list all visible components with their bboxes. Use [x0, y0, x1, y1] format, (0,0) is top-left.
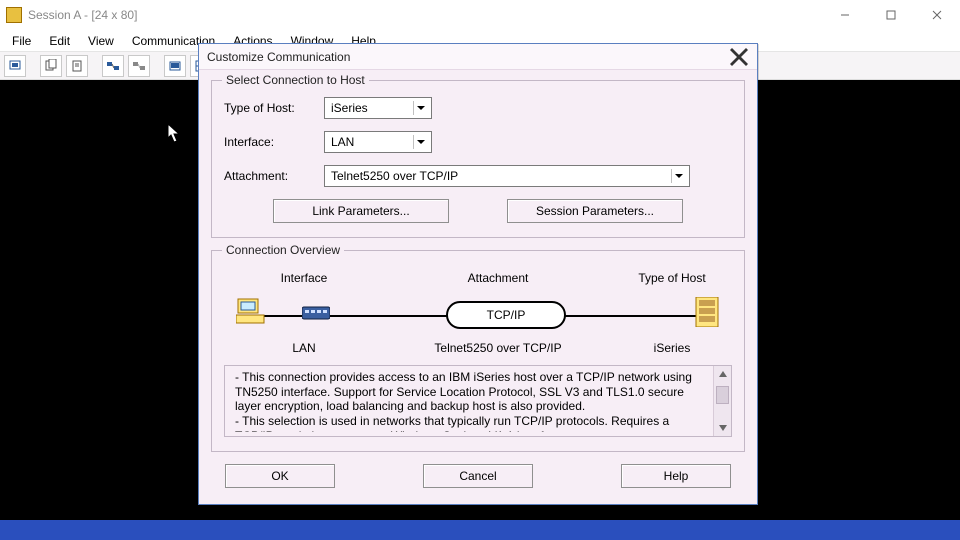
close-button[interactable] [914, 0, 960, 30]
interface-select[interactable]: LAN [324, 131, 432, 153]
app-icon [6, 7, 22, 23]
overview-graph: TCP/IP [224, 291, 732, 339]
toolbar-btn-4[interactable] [102, 55, 124, 77]
chevron-down-icon [413, 101, 427, 115]
dialog-close-button[interactable] [729, 47, 749, 67]
toolbar-btn-3[interactable] [66, 55, 88, 77]
scroll-down-button[interactable] [714, 420, 732, 436]
lan-switch-icon [302, 303, 330, 323]
connection-overview-group: Connection Overview Interface Attachment… [211, 250, 745, 452]
maximize-button[interactable] [868, 0, 914, 30]
link-parameters-button[interactable]: Link Parameters... [273, 199, 449, 223]
attachment-select[interactable]: Telnet5250 over TCP/IP [324, 165, 690, 187]
titlebar: Session A - [24 x 80] [0, 0, 960, 30]
type-of-host-select[interactable]: iSeries [324, 97, 432, 119]
attachment-pill: TCP/IP [446, 301, 566, 329]
type-of-host-value: iSeries [331, 101, 368, 115]
toolbar-btn-1[interactable] [4, 55, 26, 77]
interface-label: Interface: [224, 135, 324, 149]
minimize-button[interactable] [822, 0, 868, 30]
description-text: - This connection provides access to an … [235, 370, 707, 432]
iseries-host-icon [694, 297, 720, 327]
cancel-button[interactable]: Cancel [423, 464, 533, 488]
desktop: Session A - [24 x 80] File Edit View Com… [0, 0, 960, 540]
overview-head: Interface Attachment Type of Host [224, 271, 732, 285]
session-parameters-button[interactable]: Session Parameters... [507, 199, 683, 223]
dialog-title: Customize Communication [207, 50, 729, 64]
select-connection-group: Select Connection to Host Type of Host: … [211, 80, 745, 238]
ov-head-host: Type of Host [612, 271, 732, 285]
group-legend: Connection Overview [222, 243, 344, 257]
overview-labels: LAN Telnet5250 over TCP/IP iSeries [224, 341, 732, 355]
window-title: Session A - [24 x 80] [28, 8, 137, 22]
toolbar-btn-5[interactable] [128, 55, 150, 77]
scrollbar[interactable] [713, 366, 731, 436]
toolbar-btn-6[interactable] [164, 55, 186, 77]
customize-communication-dialog: Customize Communication Select Connectio… [198, 43, 758, 505]
dialog-button-row: OK Cancel Help [211, 464, 745, 492]
ov-head-attachment: Attachment [384, 271, 612, 285]
group-legend: Select Connection to Host [222, 73, 369, 87]
menu-file[interactable]: File [4, 32, 39, 50]
help-button[interactable]: Help [621, 464, 731, 488]
dialog-titlebar: Customize Communication [199, 44, 757, 70]
menu-view[interactable]: View [80, 32, 122, 50]
ov-label-lan: LAN [224, 341, 384, 355]
description-box: - This connection provides access to an … [224, 365, 732, 437]
workstation-icon [236, 297, 266, 325]
attachment-label: Attachment: [224, 169, 324, 183]
type-of-host-label: Type of Host: [224, 101, 324, 115]
attachment-value: Telnet5250 over TCP/IP [331, 169, 458, 183]
ov-label-attach: Telnet5250 over TCP/IP [384, 341, 612, 355]
toolbar-btn-2[interactable] [40, 55, 62, 77]
chevron-down-icon [413, 135, 427, 149]
ov-label-host: iSeries [612, 341, 732, 355]
ov-head-interface: Interface [224, 271, 384, 285]
status-strip [0, 520, 960, 540]
chevron-down-icon [671, 169, 685, 183]
scroll-thumb[interactable] [716, 386, 729, 404]
scroll-up-button[interactable] [714, 366, 732, 382]
ok-button[interactable]: OK [225, 464, 335, 488]
interface-value: LAN [331, 135, 354, 149]
menu-edit[interactable]: Edit [41, 32, 78, 50]
